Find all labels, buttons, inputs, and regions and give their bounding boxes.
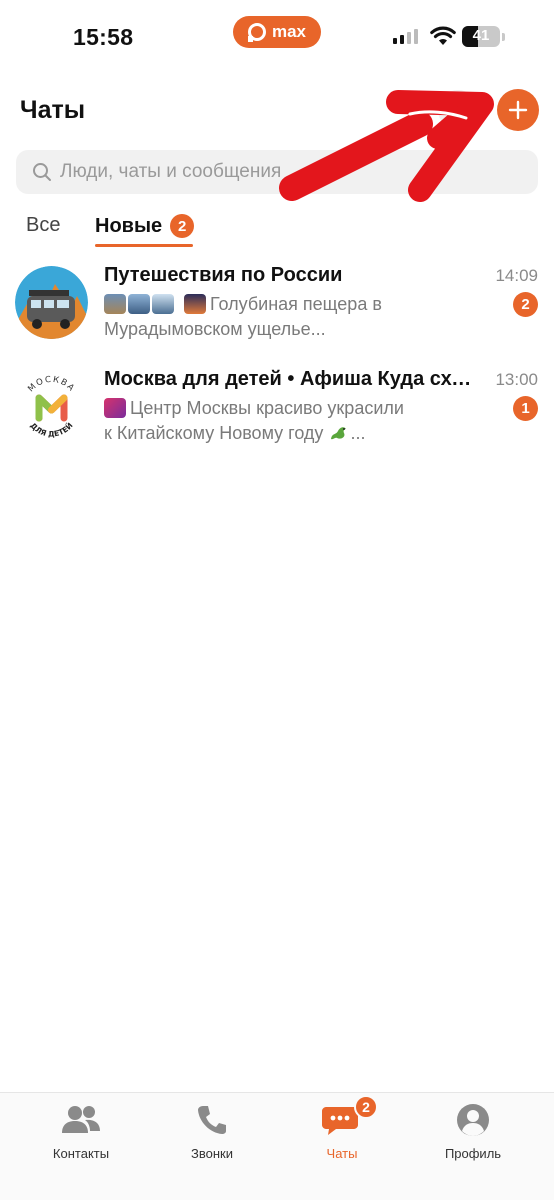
- nav-calls-label: Звонки: [191, 1146, 233, 1161]
- media-thumbnails: [104, 294, 206, 314]
- plus-icon: [508, 100, 528, 120]
- chat-avatar-moscow-kids-logo: МОСКВА ДЛЯ ДЕТЕЙ: [15, 370, 88, 443]
- status-time: 15:58: [73, 24, 134, 50]
- chat-avatar-travel-van-icon: [15, 266, 88, 339]
- new-chat-button[interactable]: [497, 89, 539, 131]
- nav-profile-label: Профиль: [444, 1146, 502, 1161]
- unread-badge: 2: [513, 292, 538, 317]
- media-thumbnails: [104, 398, 126, 418]
- chat-list-item[interactable]: МОСКВА ДЛЯ ДЕТЕЙ Москва для детей • Афиш…: [0, 362, 554, 460]
- tab-all[interactable]: Все: [26, 214, 60, 237]
- nav-contacts-label: Контакты: [52, 1146, 110, 1161]
- video-thumbnail-icon: [104, 398, 126, 418]
- nav-contacts[interactable]: Контакты: [21, 1103, 141, 1161]
- nav-chats-label: Чаты: [326, 1146, 358, 1161]
- carrier-label: max: [271, 22, 307, 41]
- photo-thumbnail-icon: [104, 294, 126, 314]
- annotation-arrow-icon: [279, 90, 494, 202]
- phone-icon: [198, 1106, 226, 1134]
- photo-thumbnail-icon: [184, 294, 206, 314]
- max-logo-icon: [247, 23, 266, 42]
- battery-percent: 41: [472, 27, 490, 44]
- nav-profile[interactable]: Профиль: [413, 1103, 533, 1161]
- search-icon: [33, 163, 51, 181]
- chat-time: 14:09: [495, 266, 538, 285]
- bottom-tab-bar: Контакты Звонки 2 Чаты Профиль: [0, 1092, 554, 1200]
- chat-title: Москва для детей • Афиша Куда сходить с …: [104, 368, 474, 390]
- carrier-pill: max: [233, 16, 321, 48]
- page-title: Чаты: [20, 96, 86, 124]
- status-bar: 15:58 max 41: [0, 0, 554, 74]
- photo-thumbnail-icon: [128, 294, 150, 314]
- battery-cap: [502, 33, 505, 41]
- chat-filter-tabs: Все Новые 2: [0, 208, 554, 248]
- nav-chats-badge: 2: [354, 1095, 378, 1119]
- contacts-icon: [62, 1106, 100, 1133]
- active-tab-indicator: [95, 244, 193, 247]
- nav-calls[interactable]: Звонки: [152, 1103, 272, 1161]
- chat-preview-ellipsis: ...: [350, 423, 366, 443]
- tab-new-badge: 2: [170, 214, 195, 238]
- profile-icon: [457, 1104, 489, 1136]
- cellular-signal-icon: [393, 29, 418, 44]
- wifi-icon: [430, 26, 456, 45]
- chat-list-item[interactable]: Путешествия по России Голубиная пещера в…: [0, 258, 554, 356]
- photo-thumbnail-icon: [152, 294, 174, 314]
- chat-preview: Голубиная пещера в Мурадымовском ущелье.…: [104, 292, 404, 342]
- chat-preview: Центр Москвы красиво украсили к Китайско…: [104, 396, 404, 446]
- nav-chats[interactable]: 2 Чаты: [282, 1095, 402, 1161]
- battery-icon: 41: [462, 26, 500, 47]
- dragon-emoji-icon: [331, 427, 347, 440]
- chat-title: Путешествия по России: [104, 264, 343, 286]
- tab-new[interactable]: Новые 2: [95, 214, 195, 238]
- chat-time: 13:00: [495, 370, 538, 389]
- tab-new-label: Новые: [95, 214, 163, 237]
- unread-badge: 1: [513, 396, 538, 421]
